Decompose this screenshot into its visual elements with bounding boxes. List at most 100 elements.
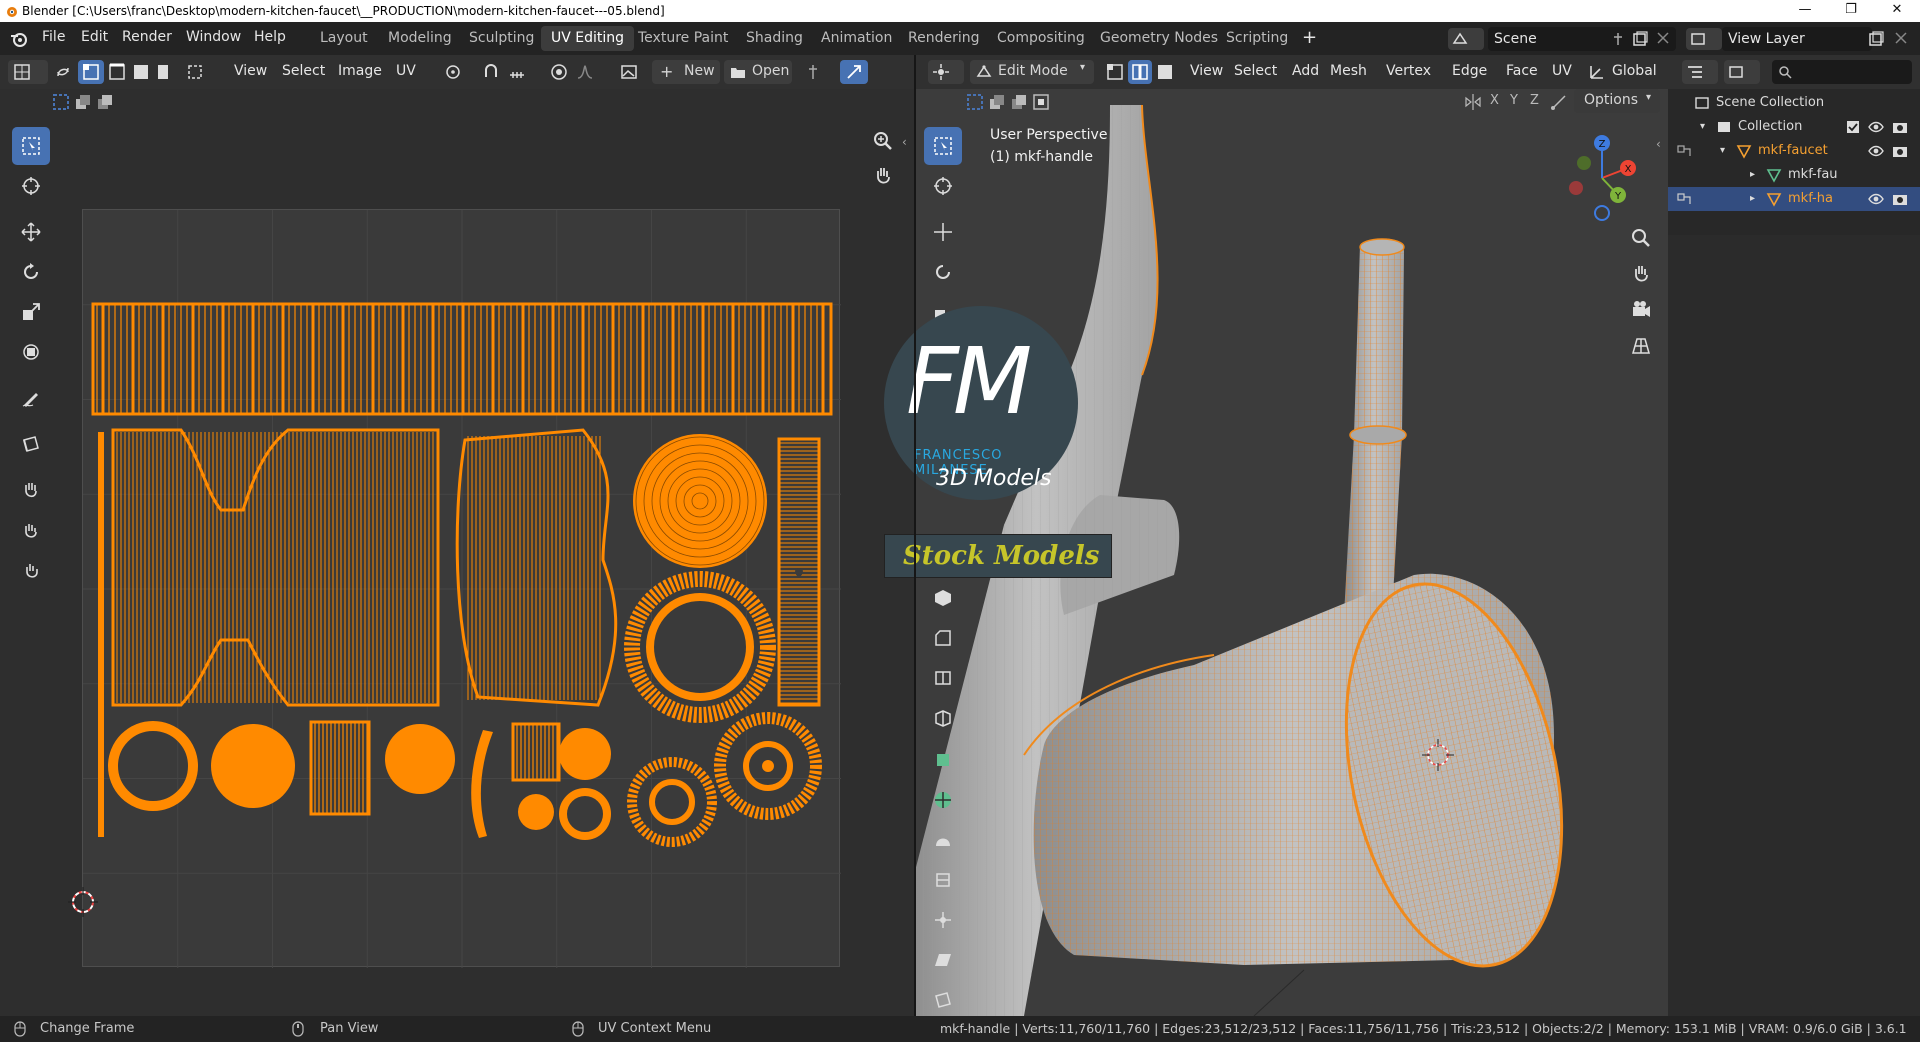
select-subtract-icon[interactable]	[96, 93, 114, 111]
tool-select-box[interactable]	[924, 127, 962, 165]
transform-orientation-label[interactable]: Global	[1612, 63, 1657, 79]
uv-sync-selection-icon[interactable]	[54, 63, 72, 81]
tab-modeling[interactable]: Modeling	[378, 26, 462, 51]
tool-loop-cut[interactable]	[924, 659, 962, 697]
expand-arrow-icon[interactable]: ▸	[1750, 187, 1755, 211]
eye-icon[interactable]	[1868, 144, 1884, 158]
expand-arrow-icon[interactable]: ▸	[1750, 163, 1755, 187]
object-data-icon[interactable]	[1676, 190, 1694, 208]
add-workspace-button[interactable]: +	[1302, 27, 1317, 48]
pan-hand-icon[interactable]	[872, 165, 894, 187]
camera-render-icon[interactable]	[1892, 192, 1908, 206]
viewport-menu-face[interactable]: Face	[1506, 63, 1538, 79]
uv-menu-select[interactable]: Select	[282, 63, 325, 79]
mirror-axis-z[interactable]: Z	[1530, 93, 1539, 108]
uv-canvas[interactable]	[82, 209, 841, 968]
tool-edge-slide[interactable]	[924, 861, 962, 899]
falloff-icon[interactable]	[576, 63, 594, 81]
tool-rip-region[interactable]	[924, 981, 962, 1016]
tool-annotate[interactable]	[12, 379, 50, 417]
camera-render-icon[interactable]	[1892, 144, 1908, 158]
checkbox-icon[interactable]	[1846, 120, 1860, 134]
restore-icon[interactable]: ❐	[1828, 0, 1874, 22]
tool-transform[interactable]	[12, 333, 50, 371]
options-dropdown[interactable]: Options ▾	[1574, 89, 1660, 113]
image-browse-icon[interactable]	[620, 63, 638, 81]
menu-window[interactable]: Window	[186, 29, 241, 45]
axis-gizmo[interactable]: X Y Z	[1562, 133, 1642, 223]
tool-rotate[interactable]	[12, 253, 50, 291]
outliner-row-mkf-faucet[interactable]: ▾ mkf-faucet	[1668, 139, 1920, 163]
scene-selector-button[interactable]	[1448, 28, 1484, 50]
select-intersect-icon[interactable]	[1032, 93, 1050, 111]
outliner-row-mkf-fau[interactable]: ▸ mkf-fau	[1668, 163, 1920, 187]
tool-shear[interactable]	[924, 941, 962, 979]
eye-icon[interactable]	[1868, 120, 1884, 134]
gizmo-neg-x-axis[interactable]	[1569, 181, 1583, 195]
tool-select-box[interactable]	[12, 127, 50, 165]
outliner-search-input[interactable]	[1772, 60, 1912, 84]
new-view-layer-icon[interactable]	[1868, 31, 1884, 47]
tab-uv-editing[interactable]: UV Editing	[541, 26, 635, 51]
tool-shrink-fatten[interactable]	[924, 901, 962, 939]
mirror-icon[interactable]	[1464, 93, 1482, 111]
camera-render-icon[interactable]	[1892, 120, 1908, 134]
viewport-menu-select[interactable]: Select	[1234, 63, 1277, 79]
tool-inset-faces[interactable]	[924, 579, 962, 617]
tool-move[interactable]	[924, 213, 962, 251]
editor-divider[interactable]	[914, 55, 916, 1016]
tab-sculpting[interactable]: Sculpting	[459, 26, 544, 51]
eye-icon[interactable]	[1868, 192, 1884, 206]
pin-image-icon[interactable]	[804, 63, 822, 81]
tool-grab[interactable]	[12, 471, 50, 509]
view-layer-selector-button[interactable]	[1686, 28, 1722, 50]
mirror-axis-y[interactable]: Y	[1510, 93, 1518, 108]
viewport-menu-mesh[interactable]: Mesh	[1330, 63, 1367, 79]
pan-hand-icon[interactable]	[1630, 263, 1652, 285]
tab-compositing[interactable]: Compositing	[987, 26, 1095, 51]
tab-animation[interactable]: Animation	[811, 26, 902, 51]
edge-select-mode-button[interactable]	[1128, 60, 1152, 84]
tool-relax[interactable]	[12, 511, 50, 549]
sidebar-toggle-icon[interactable]: ‹	[1656, 137, 1661, 151]
tool-poly-build[interactable]	[924, 741, 962, 779]
sticky-selection-icon[interactable]	[186, 63, 204, 81]
uv-menu-uv[interactable]: UV	[396, 63, 416, 79]
delete-scene-icon[interactable]	[1656, 31, 1670, 45]
outliner-row-mkf-ha[interactable]: ▸ mkf-ha	[1668, 187, 1920, 211]
uv-snap-to-pixel-button[interactable]	[840, 60, 868, 84]
pivot-point-icon[interactable]	[444, 63, 462, 81]
tab-rendering[interactable]: Rendering	[898, 26, 990, 51]
transform-orientation-icon[interactable]	[1588, 63, 1606, 81]
viewport-menu-vertex[interactable]: Vertex	[1386, 63, 1431, 79]
select-extend-icon[interactable]	[74, 93, 92, 111]
mode-selector[interactable]: Edit Mode ▾	[970, 60, 1094, 84]
display-mode-button[interactable]	[1724, 60, 1760, 84]
vertex-select-mode-icon[interactable]	[1106, 63, 1124, 81]
tool-cursor[interactable]	[924, 167, 962, 205]
viewport-editor-type-button[interactable]	[928, 60, 964, 84]
sidebar-toggle-icon[interactable]: ‹	[902, 135, 907, 149]
tool-knife[interactable]	[924, 699, 962, 737]
zoom-icon[interactable]	[1630, 227, 1652, 249]
close-icon[interactable]: ✕	[1874, 0, 1920, 22]
gizmo-neg-z-axis[interactable]	[1594, 205, 1610, 221]
new-image-button[interactable]: + New	[652, 60, 720, 84]
select-new-icon[interactable]	[966, 93, 984, 111]
uv-face-select-icon[interactable]	[132, 63, 150, 81]
minimize-icon[interactable]: —	[1782, 0, 1828, 22]
tool-pinch[interactable]	[12, 551, 50, 589]
delete-view-layer-icon[interactable]	[1894, 31, 1908, 45]
snap-increment-icon[interactable]	[508, 63, 526, 81]
editor-type-button[interactable]	[8, 60, 48, 84]
new-scene-icon[interactable]	[1632, 31, 1648, 47]
uv-menu-image[interactable]: Image	[338, 63, 382, 79]
auto-merge-icon[interactable]	[1550, 93, 1568, 111]
tool-smooth[interactable]	[924, 821, 962, 859]
outliner-editor-type-button[interactable]	[1682, 60, 1718, 84]
proportional-editing-icon[interactable]	[550, 63, 568, 81]
viewport-menu-uv[interactable]: UV	[1552, 63, 1572, 79]
tool-spin[interactable]	[924, 781, 962, 819]
uv-menu-view[interactable]: View	[234, 63, 267, 79]
menu-render[interactable]: Render	[122, 29, 172, 45]
